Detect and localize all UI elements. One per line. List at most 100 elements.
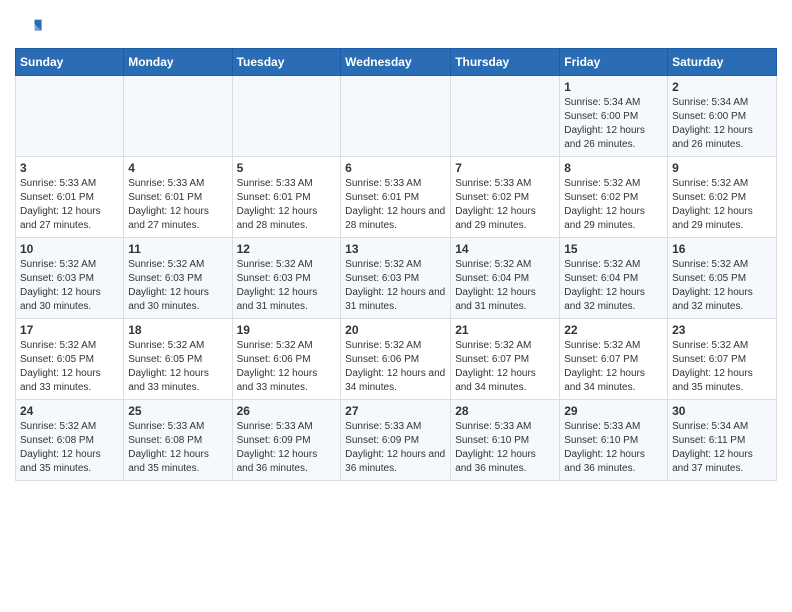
calendar-cell: 2 Sunrise: 5:34 AM Sunset: 6:00 PM Daylig… (668, 76, 777, 157)
day-info: Sunrise: 5:32 AM Sunset: 6:05 PM Dayligh… (672, 258, 772, 314)
calendar-cell: 29 Sunrise: 5:33 AM Sunset: 6:10 PM Dayli… (560, 400, 668, 481)
day-number: 5 (237, 161, 337, 175)
calendar-cell: 21 Sunrise: 5:32 AM Sunset: 6:07 PM Dayli… (451, 319, 560, 400)
calendar-week-row: 3 Sunrise: 5:33 AM Sunset: 6:01 PM Daylig… (16, 157, 777, 238)
calendar-cell: 25 Sunrise: 5:33 AM Sunset: 6:08 PM Dayli… (124, 400, 232, 481)
day-info: Sunrise: 5:33 AM Sunset: 6:02 PM Dayligh… (455, 177, 555, 233)
day-info: Sunrise: 5:34 AM Sunset: 6:00 PM Dayligh… (564, 96, 663, 152)
calendar-cell: 17 Sunrise: 5:32 AM Sunset: 6:05 PM Dayli… (16, 319, 124, 400)
day-info: Sunrise: 5:32 AM Sunset: 6:05 PM Dayligh… (128, 339, 227, 395)
calendar-cell: 15Sunrise: 5:32 AM Sunset: 6:04 PM Dayli… (560, 238, 668, 319)
col-header-wednesday: Wednesday (341, 49, 451, 76)
calendar-cell: 16 Sunrise: 5:32 AM Sunset: 6:05 PM Dayli… (668, 238, 777, 319)
day-number: 18 (128, 323, 227, 337)
calendar-cell (451, 76, 560, 157)
day-number: 28 (455, 404, 555, 418)
day-info: Sunrise: 5:32 AM Sunset: 6:07 PM Dayligh… (672, 339, 772, 395)
calendar-cell: 28 Sunrise: 5:33 AM Sunset: 6:10 PM Dayli… (451, 400, 560, 481)
day-info: Sunrise: 5:33 AM Sunset: 6:01 PM Dayligh… (128, 177, 227, 233)
day-number: 20 (345, 323, 446, 337)
day-number: 8 (564, 161, 663, 175)
day-number: 12 (237, 242, 337, 256)
day-number: 7 (455, 161, 555, 175)
day-info: Sunrise: 5:32 AM Sunset: 6:07 PM Dayligh… (455, 339, 555, 395)
col-header-saturday: Saturday (668, 49, 777, 76)
calendar-cell: 23 Sunrise: 5:32 AM Sunset: 6:07 PM Dayli… (668, 319, 777, 400)
calendar-cell: 20 Sunrise: 5:32 AM Sunset: 6:06 PM Dayli… (341, 319, 451, 400)
day-info: Sunrise: 5:34 AM Sunset: 6:11 PM Dayligh… (672, 420, 772, 476)
col-header-tuesday: Tuesday (232, 49, 341, 76)
day-info: Sunrise: 5:33 AM Sunset: 6:01 PM Dayligh… (345, 177, 446, 233)
day-info: Sunrise: 5:32 AM Sunset: 6:06 PM Dayligh… (345, 339, 446, 395)
day-info: Sunrise: 5:32 AM Sunset: 6:02 PM Dayligh… (672, 177, 772, 233)
col-header-monday: Monday (124, 49, 232, 76)
day-info: Sunrise: 5:34 AM Sunset: 6:00 PM Dayligh… (672, 96, 772, 152)
day-number: 14 (455, 242, 555, 256)
day-info: Sunrise: 5:32 AM Sunset: 6:03 PM Dayligh… (345, 258, 446, 314)
day-number: 10 (20, 242, 119, 256)
day-number: 2 (672, 80, 772, 94)
day-info: Sunrise: 5:32 AM Sunset: 6:02 PM Dayligh… (564, 177, 663, 233)
day-number: 15 (564, 242, 663, 256)
day-info: Sunrise: 5:33 AM Sunset: 6:10 PM Dayligh… (455, 420, 555, 476)
day-info: Sunrise: 5:33 AM Sunset: 6:01 PM Dayligh… (237, 177, 337, 233)
day-info: Sunrise: 5:32 AM Sunset: 6:03 PM Dayligh… (20, 258, 119, 314)
day-info: Sunrise: 5:33 AM Sunset: 6:10 PM Dayligh… (564, 420, 663, 476)
logo (15, 10, 45, 42)
calendar-header-row: SundayMondayTuesdayWednesdayThursdayFrid… (16, 49, 777, 76)
day-info: Sunrise: 5:33 AM Sunset: 6:09 PM Dayligh… (345, 420, 446, 476)
day-number: 11 (128, 242, 227, 256)
day-number: 27 (345, 404, 446, 418)
calendar-cell (16, 76, 124, 157)
calendar-cell: 18 Sunrise: 5:32 AM Sunset: 6:05 PM Dayli… (124, 319, 232, 400)
calendar-cell: 11 Sunrise: 5:32 AM Sunset: 6:03 PM Dayli… (124, 238, 232, 319)
calendar-cell: 10 Sunrise: 5:32 AM Sunset: 6:03 PM Dayli… (16, 238, 124, 319)
calendar-cell: 30 Sunrise: 5:34 AM Sunset: 6:11 PM Dayli… (668, 400, 777, 481)
day-info: Sunrise: 5:32 AM Sunset: 6:03 PM Dayligh… (237, 258, 337, 314)
calendar-cell: 14 Sunrise: 5:32 AM Sunset: 6:04 PM Dayli… (451, 238, 560, 319)
col-header-thursday: Thursday (451, 49, 560, 76)
calendar-cell: 4Sunrise: 5:33 AM Sunset: 6:01 PM Daylig… (124, 157, 232, 238)
calendar-cell: 3 Sunrise: 5:33 AM Sunset: 6:01 PM Daylig… (16, 157, 124, 238)
day-number: 3 (20, 161, 119, 175)
calendar-cell (341, 76, 451, 157)
calendar-cell: 26 Sunrise: 5:33 AM Sunset: 6:09 PM Dayli… (232, 400, 341, 481)
day-number: 6 (345, 161, 446, 175)
logo-icon (15, 14, 43, 42)
day-number: 24 (20, 404, 119, 418)
col-header-friday: Friday (560, 49, 668, 76)
calendar-cell: 6 Sunrise: 5:33 AM Sunset: 6:01 PM Daylig… (341, 157, 451, 238)
day-info: Sunrise: 5:32 AM Sunset: 6:05 PM Dayligh… (20, 339, 119, 395)
day-number: 9 (672, 161, 772, 175)
day-info: Sunrise: 5:32 AM Sunset: 6:06 PM Dayligh… (237, 339, 337, 395)
day-number: 29 (564, 404, 663, 418)
day-info: Sunrise: 5:33 AM Sunset: 6:08 PM Dayligh… (128, 420, 227, 476)
calendar-cell: 7 Sunrise: 5:33 AM Sunset: 6:02 PM Daylig… (451, 157, 560, 238)
day-number: 1 (564, 80, 663, 94)
day-info: Sunrise: 5:33 AM Sunset: 6:09 PM Dayligh… (237, 420, 337, 476)
day-info: Sunrise: 5:32 AM Sunset: 6:04 PM Dayligh… (455, 258, 555, 314)
day-number: 21 (455, 323, 555, 337)
calendar-cell: 13Sunrise: 5:32 AM Sunset: 6:03 PM Dayli… (341, 238, 451, 319)
day-info: Sunrise: 5:32 AM Sunset: 6:07 PM Dayligh… (564, 339, 663, 395)
calendar-table: SundayMondayTuesdayWednesdayThursdayFrid… (15, 48, 777, 481)
calendar-cell: 24 Sunrise: 5:32 AM Sunset: 6:08 PM Dayli… (16, 400, 124, 481)
calendar-week-row: 1 Sunrise: 5:34 AM Sunset: 6:00 PM Daylig… (16, 76, 777, 157)
day-info: Sunrise: 5:33 AM Sunset: 6:01 PM Dayligh… (20, 177, 119, 233)
calendar-cell: 1 Sunrise: 5:34 AM Sunset: 6:00 PM Daylig… (560, 76, 668, 157)
day-number: 17 (20, 323, 119, 337)
calendar-cell: 22 Sunrise: 5:32 AM Sunset: 6:07 PM Dayli… (560, 319, 668, 400)
day-number: 25 (128, 404, 227, 418)
day-number: 16 (672, 242, 772, 256)
day-number: 23 (672, 323, 772, 337)
day-number: 26 (237, 404, 337, 418)
day-info: Sunrise: 5:32 AM Sunset: 6:08 PM Dayligh… (20, 420, 119, 476)
day-number: 30 (672, 404, 772, 418)
day-number: 22 (564, 323, 663, 337)
calendar-week-row: 10 Sunrise: 5:32 AM Sunset: 6:03 PM Dayli… (16, 238, 777, 319)
calendar-week-row: 24 Sunrise: 5:32 AM Sunset: 6:08 PM Dayli… (16, 400, 777, 481)
day-number: 19 (237, 323, 337, 337)
header (15, 10, 777, 42)
calendar-cell: 5 Sunrise: 5:33 AM Sunset: 6:01 PM Daylig… (232, 157, 341, 238)
day-info: Sunrise: 5:32 AM Sunset: 6:03 PM Dayligh… (128, 258, 227, 314)
